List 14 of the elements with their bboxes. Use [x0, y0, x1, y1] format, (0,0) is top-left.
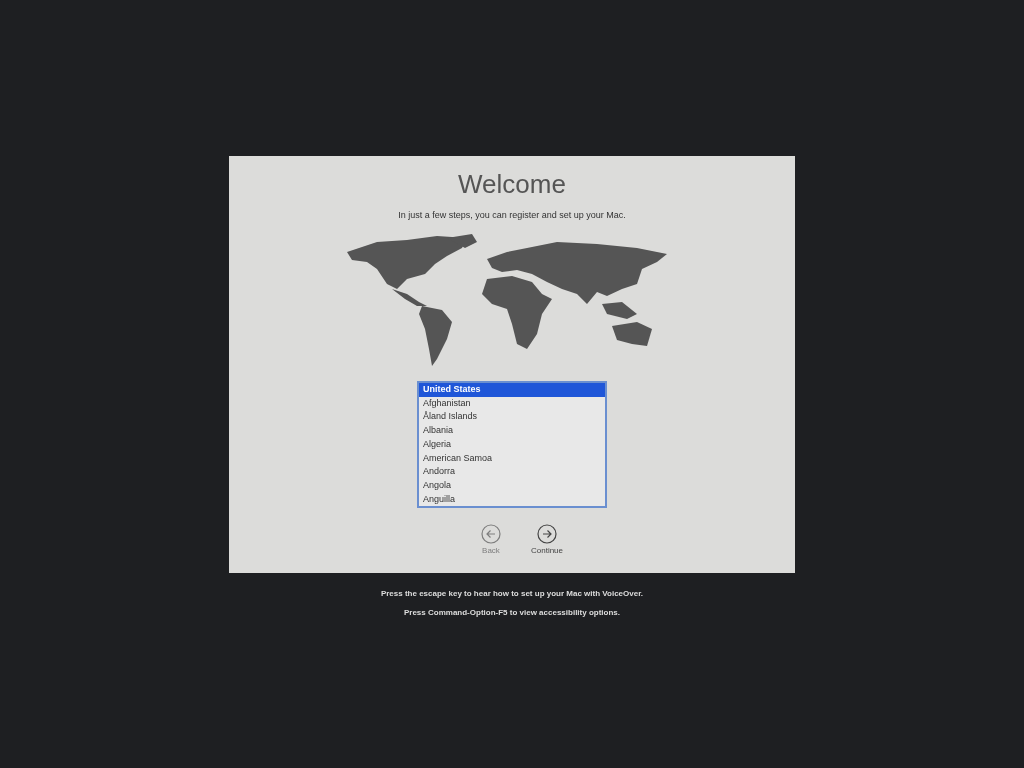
country-item[interactable]: Algeria [419, 437, 605, 452]
country-item[interactable]: Afghanistan [419, 396, 605, 411]
country-item[interactable]: Anguilla [419, 492, 605, 507]
hint-text: Press the escape key to hear how to set up your Mac with VoiceOver. [380, 589, 644, 598]
country-item[interactable]: Angola [419, 478, 605, 493]
subtitle: In just a few steps, you can register and set up your Mac. [398, 210, 626, 220]
welcome-title: Welcome [458, 168, 566, 200]
country-item[interactable]: Andorra [419, 465, 605, 479]
country-item[interactable]: United States [419, 383, 605, 397]
country-item[interactable]: American Samoa [419, 451, 605, 466]
hint-text: Press Command-Option-F5 to view accessibility options. [403, 608, 620, 617]
country-item[interactable]: Albania [419, 424, 605, 438]
nav-button[interactable]: Continue [531, 524, 563, 556]
country-item[interactable]: Åland Islands [419, 410, 605, 425]
